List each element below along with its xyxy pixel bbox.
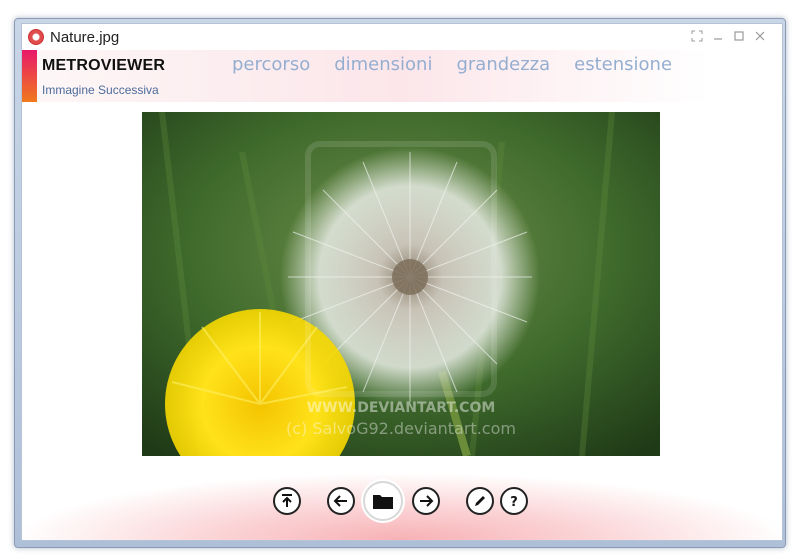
edit-icon: [475, 496, 485, 506]
window-title: Nature.jpg: [50, 28, 120, 46]
watermark-credit: (c) SalvoG92.deviantart.com: [286, 419, 516, 438]
upload-button[interactable]: [273, 487, 301, 515]
minimize-icon[interactable]: [712, 30, 724, 42]
tab-path[interactable]: percorso: [232, 54, 310, 75]
watermark-site: WWW.DEVIANTART.COM: [307, 400, 496, 416]
tab-dimensions[interactable]: dimensioni: [334, 54, 432, 75]
window-controls: [691, 30, 766, 42]
close-icon[interactable]: [754, 30, 766, 42]
open-folder-icon: [373, 495, 393, 509]
tab-size[interactable]: grandezza: [456, 54, 550, 75]
accent-bar: [22, 50, 37, 102]
help-icon: ?: [510, 495, 518, 509]
next-image-link[interactable]: Immagine Successiva: [42, 83, 159, 97]
help-button[interactable]: ?: [500, 487, 528, 515]
svg-text:?: ?: [510, 495, 518, 509]
toolbar: ?: [22, 480, 782, 524]
tab-extension[interactable]: estensione: [574, 54, 672, 75]
maximize-icon[interactable]: [733, 30, 745, 42]
app-name: METROVIEWER: [42, 57, 166, 74]
previous-icon: [333, 495, 347, 507]
main-window: Nature.jpg METROVIEWER Immagine Successi…: [21, 23, 783, 541]
displayed-image[interactable]: WWW.DEVIANTART.COM (c) SalvoG92.devianta…: [142, 112, 660, 456]
title-bar[interactable]: Nature.jpg: [22, 24, 782, 50]
open-folder-button[interactable]: [363, 481, 403, 521]
previous-button[interactable]: [327, 487, 355, 515]
next-icon: [420, 495, 434, 507]
edit-button[interactable]: [466, 487, 494, 515]
info-tabs: percorso dimensioni grandezza estensione: [232, 54, 696, 75]
app-icon: [28, 29, 44, 45]
fullscreen-icon[interactable]: [691, 30, 703, 42]
next-button[interactable]: [412, 487, 440, 515]
upload-icon: [282, 494, 292, 507]
